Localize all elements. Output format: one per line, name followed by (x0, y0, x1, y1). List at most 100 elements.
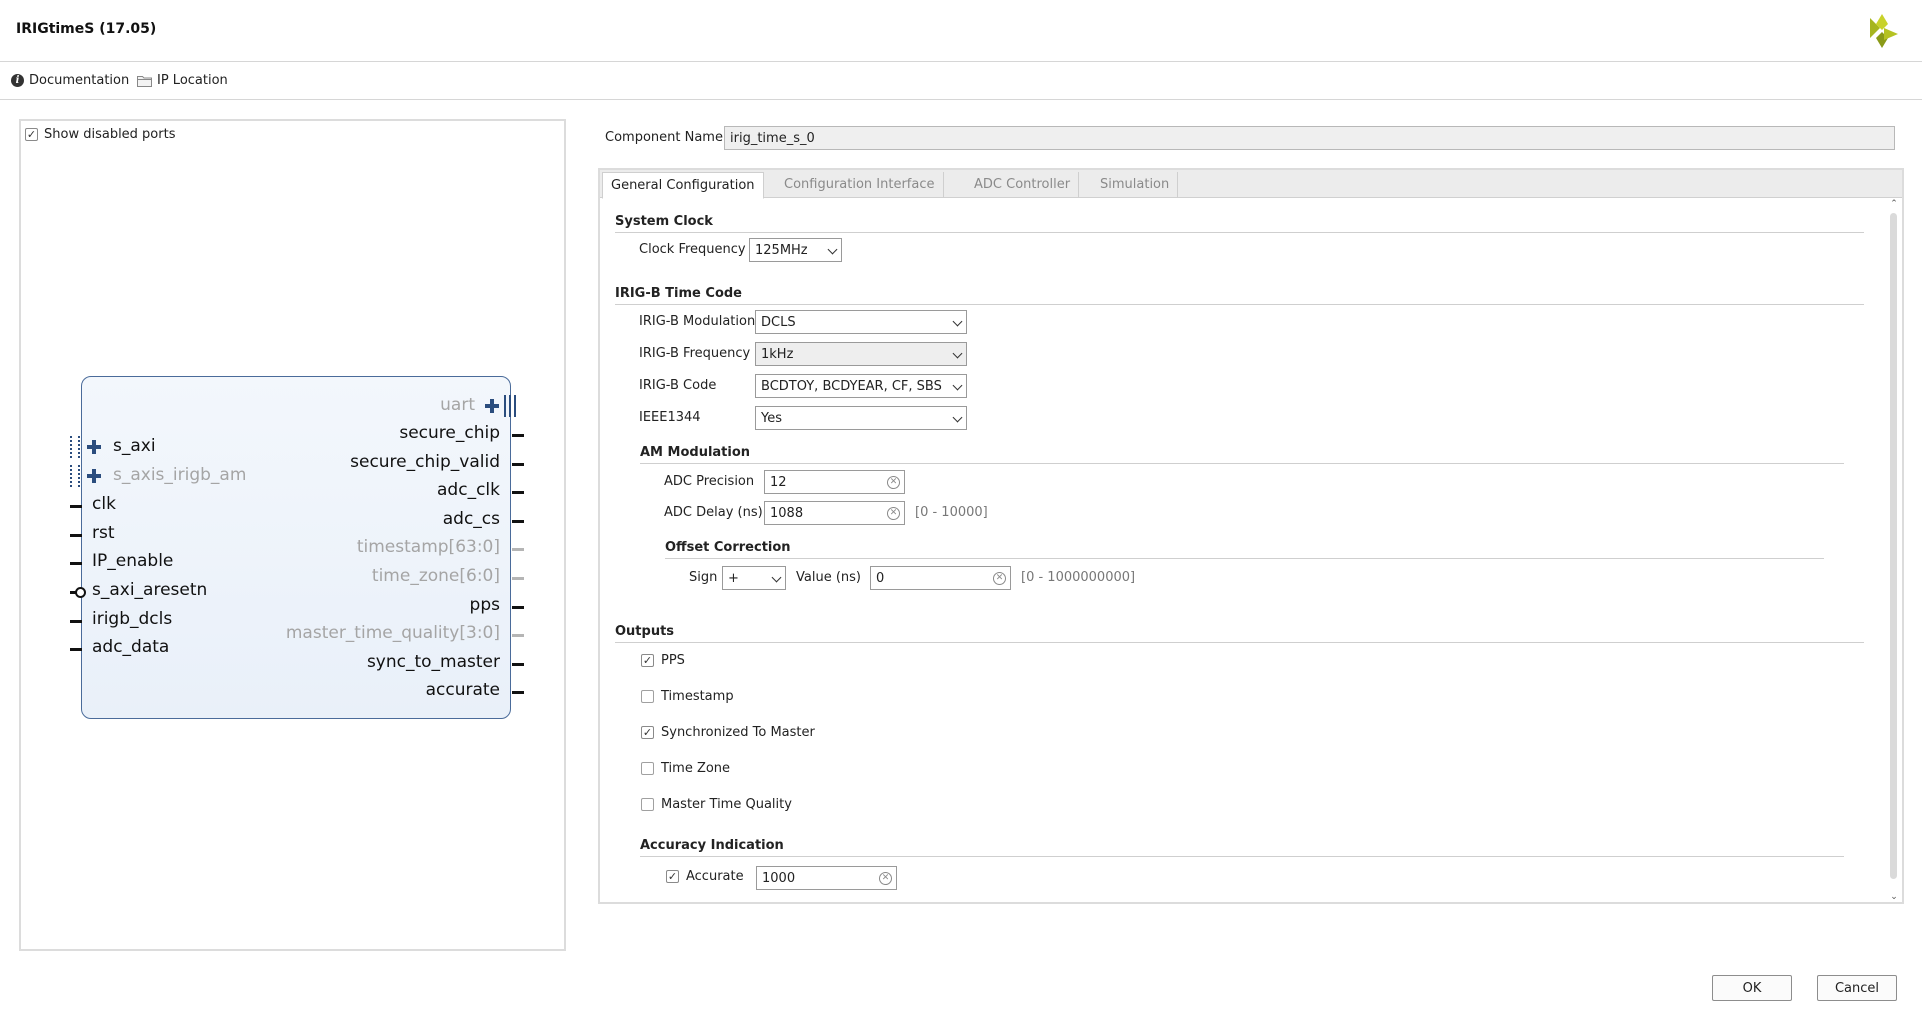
clear-icon[interactable]: ✕ (993, 572, 1006, 585)
sign-select[interactable]: + (722, 566, 786, 590)
documentation-button[interactable]: i Documentation (11, 73, 129, 88)
chevron-down-icon (952, 348, 963, 359)
offset-value-input[interactable]: 0 ✕ (870, 566, 1011, 590)
cancel-button[interactable]: Cancel (1817, 975, 1897, 1001)
component-name-field[interactable]: irig_time_s_0 (724, 126, 1895, 150)
clock-frequency-value: 125MHz (755, 243, 808, 258)
ok-button[interactable]: OK (1712, 975, 1792, 1001)
pps-checkbox[interactable]: ✓ PPS (641, 653, 685, 668)
show-disabled-ports-checkbox[interactable]: ✓ Show disabled ports (25, 127, 175, 142)
folder-icon (137, 75, 152, 87)
adc-delay-input[interactable]: 1088 ✕ (764, 501, 905, 525)
offset-value-range: [0 - 1000000000] (1021, 570, 1136, 585)
pin-line (70, 620, 82, 623)
accurate-threshold-input[interactable]: 1000 ✕ (756, 866, 897, 890)
irigb-code-label: IRIG-B Code (639, 378, 717, 393)
adc-delay-label: ADC Delay (ns) (664, 505, 763, 520)
pin-line (512, 520, 524, 523)
offset-value: 0 (876, 571, 885, 586)
section-divider (640, 856, 1844, 857)
pin-line (70, 505, 82, 508)
irigb-code-value: BCDTOY, BCDYEAR, CF, SBS (761, 379, 942, 394)
port-sync-to-master: sync_to_master (366, 652, 500, 672)
adc-delay-value: 1088 (770, 506, 804, 521)
port-secure-chip: secure_chip (399, 423, 500, 443)
port-rst: rst (92, 523, 115, 543)
clock-frequency-select[interactable]: 125MHz (749, 238, 842, 262)
timestamp-label: Timestamp (661, 689, 734, 704)
time-zone-checkbox[interactable]: ✓ Time Zone (641, 761, 730, 776)
pin-line (512, 548, 524, 551)
clear-icon[interactable]: ✕ (887, 476, 900, 489)
vertical-scrollbar[interactable]: ⌃ ⌄ (1888, 199, 1900, 902)
expand-plus-icon[interactable] (87, 440, 101, 454)
window-title: IRIGtimeS (17.05) (16, 21, 157, 37)
tab-simulation[interactable]: Simulation (1092, 172, 1179, 198)
port-accurate: accurate (425, 680, 500, 700)
irigb-modulation-select[interactable]: DCLS (755, 310, 967, 334)
bus-connector-icon (70, 465, 80, 487)
show-disabled-ports-label: Show disabled ports (44, 127, 176, 142)
section-divider (640, 463, 1844, 464)
expand-plus-icon[interactable] (485, 399, 499, 413)
checkbox-checked-icon: ✓ (666, 870, 679, 883)
ieee1344-select[interactable]: Yes (755, 406, 967, 430)
expand-plus-icon[interactable] (87, 469, 101, 483)
pin-line (512, 434, 524, 437)
checkbox-unchecked-icon: ✓ (641, 798, 654, 811)
active-low-bubble-icon (75, 587, 86, 598)
scroll-down-icon[interactable]: ⌄ (1888, 892, 1900, 902)
section-offset-correction: Offset Correction (665, 540, 791, 555)
tab-general-configuration[interactable]: General Configuration (602, 172, 764, 199)
section-am-modulation: AM Modulation (640, 445, 751, 460)
checkbox-checked-icon: ✓ (641, 654, 654, 667)
section-accuracy-indication: Accuracy Indication (640, 838, 784, 853)
section-divider (615, 642, 1864, 643)
toolbar: i Documentation IP Location (0, 62, 1922, 100)
bus-connector-icon (504, 395, 516, 417)
ieee1344-value: Yes (761, 411, 782, 426)
ip-location-label: IP Location (157, 73, 228, 88)
info-icon: i (11, 74, 24, 87)
synchronized-to-master-checkbox[interactable]: ✓ Synchronized To Master (641, 725, 815, 740)
pin-line (512, 606, 524, 609)
documentation-label: Documentation (29, 73, 130, 88)
accurate-checkbox[interactable]: ✓ Accurate (666, 869, 744, 884)
timestamp-checkbox[interactable]: ✓ Timestamp (641, 689, 734, 704)
clear-icon[interactable]: ✕ (879, 872, 892, 885)
sign-value: + (728, 571, 739, 586)
adc-precision-input[interactable]: 12 ✕ (764, 470, 905, 494)
clear-icon[interactable]: ✕ (887, 507, 900, 520)
section-system-clock: System Clock (615, 214, 713, 229)
ip-location-button[interactable]: IP Location (137, 73, 228, 88)
ip-block-symbol: s_axi s_axis_irigb_am clk rst IP_enable … (70, 376, 524, 719)
pin-line (512, 491, 524, 494)
accurate-threshold-value: 1000 (762, 871, 796, 886)
tab-adc-controller[interactable]: ADC Controller (966, 172, 1080, 198)
scrollbar-thumb[interactable] (1890, 213, 1897, 879)
pin-line (70, 534, 82, 537)
port-master-time-quality: master_time_quality[3:0] (285, 623, 500, 643)
irigb-modulation-value: DCLS (761, 315, 796, 330)
pin-line (512, 691, 524, 694)
ip-symbol-panel: ✓ Show disabled ports s_axi s_axis_irigb… (19, 119, 566, 951)
tab-configuration-interface[interactable]: Configuration Interface (776, 172, 944, 198)
irigb-frequency-value: 1kHz (761, 347, 794, 362)
checkbox-unchecked-icon: ✓ (641, 762, 654, 775)
port-ip-enable: IP_enable (92, 551, 174, 571)
section-irigb-time-code: IRIG-B Time Code (615, 286, 742, 301)
scroll-up-icon[interactable]: ⌃ (1888, 199, 1900, 209)
time-zone-label: Time Zone (661, 761, 731, 776)
irigb-frequency-select[interactable]: 1kHz (755, 342, 967, 366)
section-divider (615, 232, 1864, 233)
title-bar: IRIGtimeS (17.05) (0, 0, 1922, 62)
master-time-quality-checkbox[interactable]: ✓ Master Time Quality (641, 797, 792, 812)
pps-label: PPS (661, 653, 685, 668)
irigb-code-select[interactable]: BCDTOY, BCDYEAR, CF, SBS (755, 374, 967, 398)
section-divider (615, 304, 1864, 305)
pin-line (512, 463, 524, 466)
synchronized-to-master-label: Synchronized To Master (661, 725, 815, 740)
adc-delay-range: [0 - 10000] (915, 505, 988, 520)
clock-frequency-label: Clock Frequency (639, 242, 746, 257)
adc-precision-value: 12 (770, 475, 787, 490)
